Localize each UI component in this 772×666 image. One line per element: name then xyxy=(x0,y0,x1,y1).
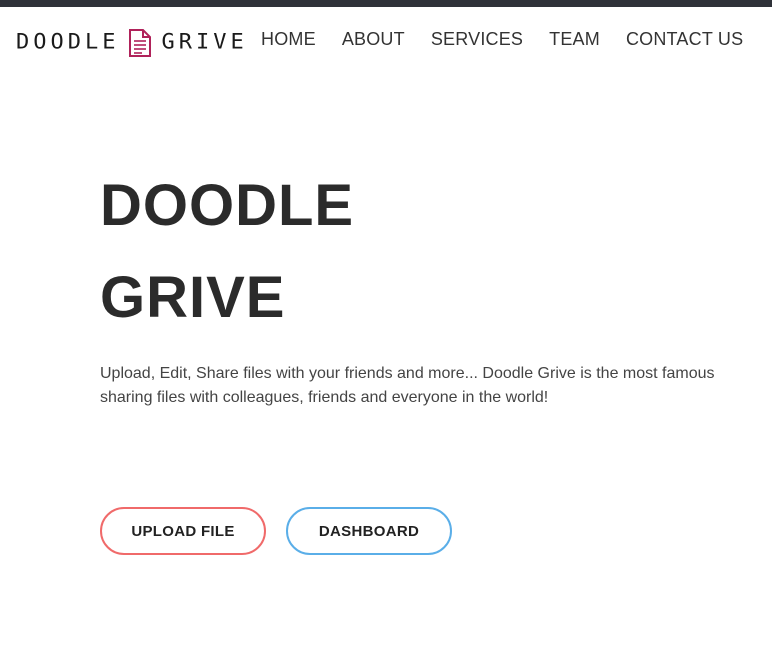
top-bar xyxy=(0,0,772,7)
nav-services[interactable]: SERVICES xyxy=(431,29,523,50)
main-nav: HOME ABOUT SERVICES TEAM CONTACT US xyxy=(261,29,769,50)
hero-description-line-1: Upload, Edit, Share files with your frie… xyxy=(100,365,715,382)
hero-description-line-2: sharing files with colleagues, friends a… xyxy=(100,389,549,406)
document-icon xyxy=(129,29,152,57)
nav-about[interactable]: ABOUT xyxy=(342,29,405,50)
nav-contact-us[interactable]: CONTACT US xyxy=(626,29,743,50)
hero-title-line-1: DOODLE xyxy=(100,173,355,238)
logo-right-word: GRIVE xyxy=(161,30,248,55)
hero-title-line-2: GRIVE xyxy=(100,265,286,330)
hero-description: Upload, Edit, Share files with your frie… xyxy=(100,362,772,410)
hero-title: DOODLE GRIVE xyxy=(100,160,354,344)
dashboard-button[interactable]: DASHBOARD xyxy=(286,507,452,555)
site-header: DOODLE GRIVE HOME ABOUT SERVICES TEAM CO… xyxy=(0,7,772,67)
nav-team[interactable]: TEAM xyxy=(549,29,600,50)
logo[interactable]: DOODLE GRIVE xyxy=(16,23,248,63)
upload-file-button[interactable]: UPLOAD FILE xyxy=(100,507,266,555)
logo-left-word: DOODLE xyxy=(16,30,120,55)
nav-home[interactable]: HOME xyxy=(261,29,316,50)
